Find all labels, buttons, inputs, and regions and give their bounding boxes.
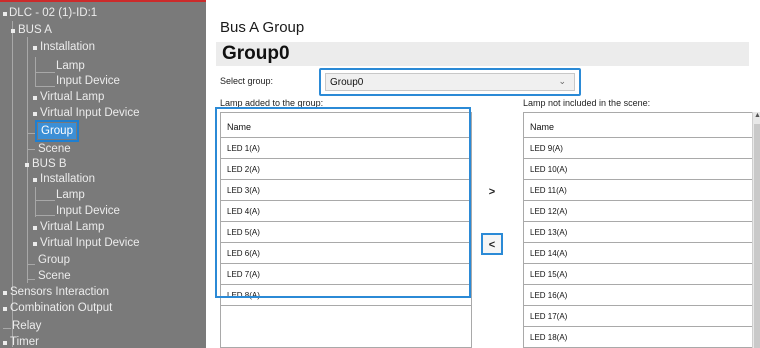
tree-item-lamp[interactable]: Lamp [0, 58, 85, 74]
square-bullet-icon [33, 226, 37, 230]
tree-item-bus-b-group[interactable]: Group [0, 252, 70, 268]
list-item[interactable]: LED 18(A) [524, 327, 752, 347]
tree-item-bus-b-virtual-input-device[interactable]: Virtual Input Device [0, 235, 140, 251]
tree-item-bus-b-input-device[interactable]: Input Device [0, 203, 120, 219]
column-header-name[interactable]: Name [221, 117, 471, 138]
tree-item-installation[interactable]: Installation [0, 39, 95, 55]
remove-from-group-button[interactable]: < [481, 233, 503, 255]
square-bullet-icon [11, 29, 15, 33]
tree-item-scene[interactable]: Scene [0, 141, 71, 157]
select-group-value: Group0 [330, 77, 364, 88]
tree-item-virtual-lamp[interactable]: Virtual Lamp [0, 89, 104, 105]
list-item[interactable]: LED 2(A) [221, 159, 471, 180]
list-item[interactable]: LED 11(A) [524, 180, 752, 201]
tree-item-bus-b-scene[interactable]: Scene [0, 268, 71, 284]
column-header-name[interactable]: Name [524, 117, 752, 138]
select-group-dropdown[interactable]: Group0 ⌄ [319, 68, 581, 96]
square-bullet-icon [33, 178, 37, 182]
list-item[interactable]: LED 5(A) [221, 222, 471, 243]
square-bullet-icon [33, 46, 37, 50]
tree-item-bus-a[interactable]: BUS A [0, 22, 52, 38]
list-item[interactable]: LED 9(A) [524, 138, 752, 159]
lamps-in-group-list[interactable]: Name LED 1(A) LED 2(A) LED 3(A) LED 4(A)… [220, 112, 472, 348]
tree-item-bus-b-lamp[interactable]: Lamp [0, 187, 85, 203]
list-item[interactable]: LED 1(A) [221, 138, 471, 159]
square-bullet-icon [3, 307, 7, 311]
device-tree-sidebar: DLC - 02 (1)-ID:1 BUS A Installation Lam… [0, 0, 206, 348]
group-editor-panel: Bus A Group Group0 Select group: Group0 … [206, 0, 760, 348]
tree-item-bus-b-installation[interactable]: Installation [0, 171, 95, 187]
page-title: Bus A Group [220, 19, 305, 36]
square-bullet-icon [3, 12, 7, 16]
square-bullet-icon [3, 291, 7, 295]
tree-item-bus-b-virtual-lamp[interactable]: Virtual Lamp [0, 219, 104, 235]
list-item[interactable]: LED 10(A) [524, 159, 752, 180]
group-name: Group0 [222, 43, 290, 64]
tree-item-bus-b[interactable]: BUS B [0, 156, 67, 172]
tree-item-group-selected[interactable]: Group [0, 120, 79, 142]
tree-item-virtual-input-device[interactable]: Virtual Input Device [0, 105, 140, 121]
tree-item-input-device[interactable]: Input Device [0, 73, 120, 89]
add-to-group-button[interactable]: > [481, 181, 503, 203]
list-item[interactable]: LED 17(A) [524, 306, 752, 327]
list-item[interactable]: LED 3(A) [221, 180, 471, 201]
square-bullet-icon [25, 163, 29, 167]
list-item[interactable]: LED 13(A) [524, 222, 752, 243]
tree-item-timer[interactable]: Timer [0, 334, 39, 348]
list-item[interactable]: LED 15(A) [524, 264, 752, 285]
lamps-not-included-caption: Lamp not included in the scene: [523, 98, 651, 108]
list-item[interactable]: LED 12(A) [524, 201, 752, 222]
right-list-scrollbar[interactable]: ▲ [752, 112, 760, 348]
list-item[interactable]: LED 4(A) [221, 201, 471, 222]
scroll-up-arrow-icon[interactable]: ▲ [754, 112, 760, 119]
list-item[interactable]: LED 7(A) [221, 264, 471, 285]
select-group-label: Select group: [220, 76, 274, 86]
chevron-down-icon[interactable]: ⌄ [558, 76, 566, 87]
list-item[interactable]: LED 14(A) [524, 243, 752, 264]
lamps-not-included-list[interactable]: Name LED 9(A) LED 10(A) LED 11(A) LED 12… [523, 112, 753, 348]
tree-item-combination-output[interactable]: Combination Output [0, 300, 112, 316]
tree-item-sensors-interaction[interactable]: Sensors Interaction [0, 284, 109, 300]
list-item[interactable]: LED 16(A) [524, 285, 752, 306]
lamps-in-group-caption: Lamp added to the group: [220, 98, 324, 108]
list-item[interactable]: LED 6(A) [221, 243, 471, 264]
list-item[interactable]: LED 8(A) [221, 285, 471, 306]
tree-item-relay[interactable]: Relay [0, 318, 41, 334]
select-group-field[interactable]: Group0 ⌄ [325, 73, 575, 91]
square-bullet-icon [33, 96, 37, 100]
square-bullet-icon [3, 341, 7, 345]
tree-root[interactable]: DLC - 02 (1)-ID:1 [0, 5, 97, 21]
group-name-header: Group0 [216, 42, 749, 66]
square-bullet-icon [33, 112, 37, 116]
square-bullet-icon [33, 242, 37, 246]
scrollbar-thumb[interactable] [754, 124, 760, 348]
